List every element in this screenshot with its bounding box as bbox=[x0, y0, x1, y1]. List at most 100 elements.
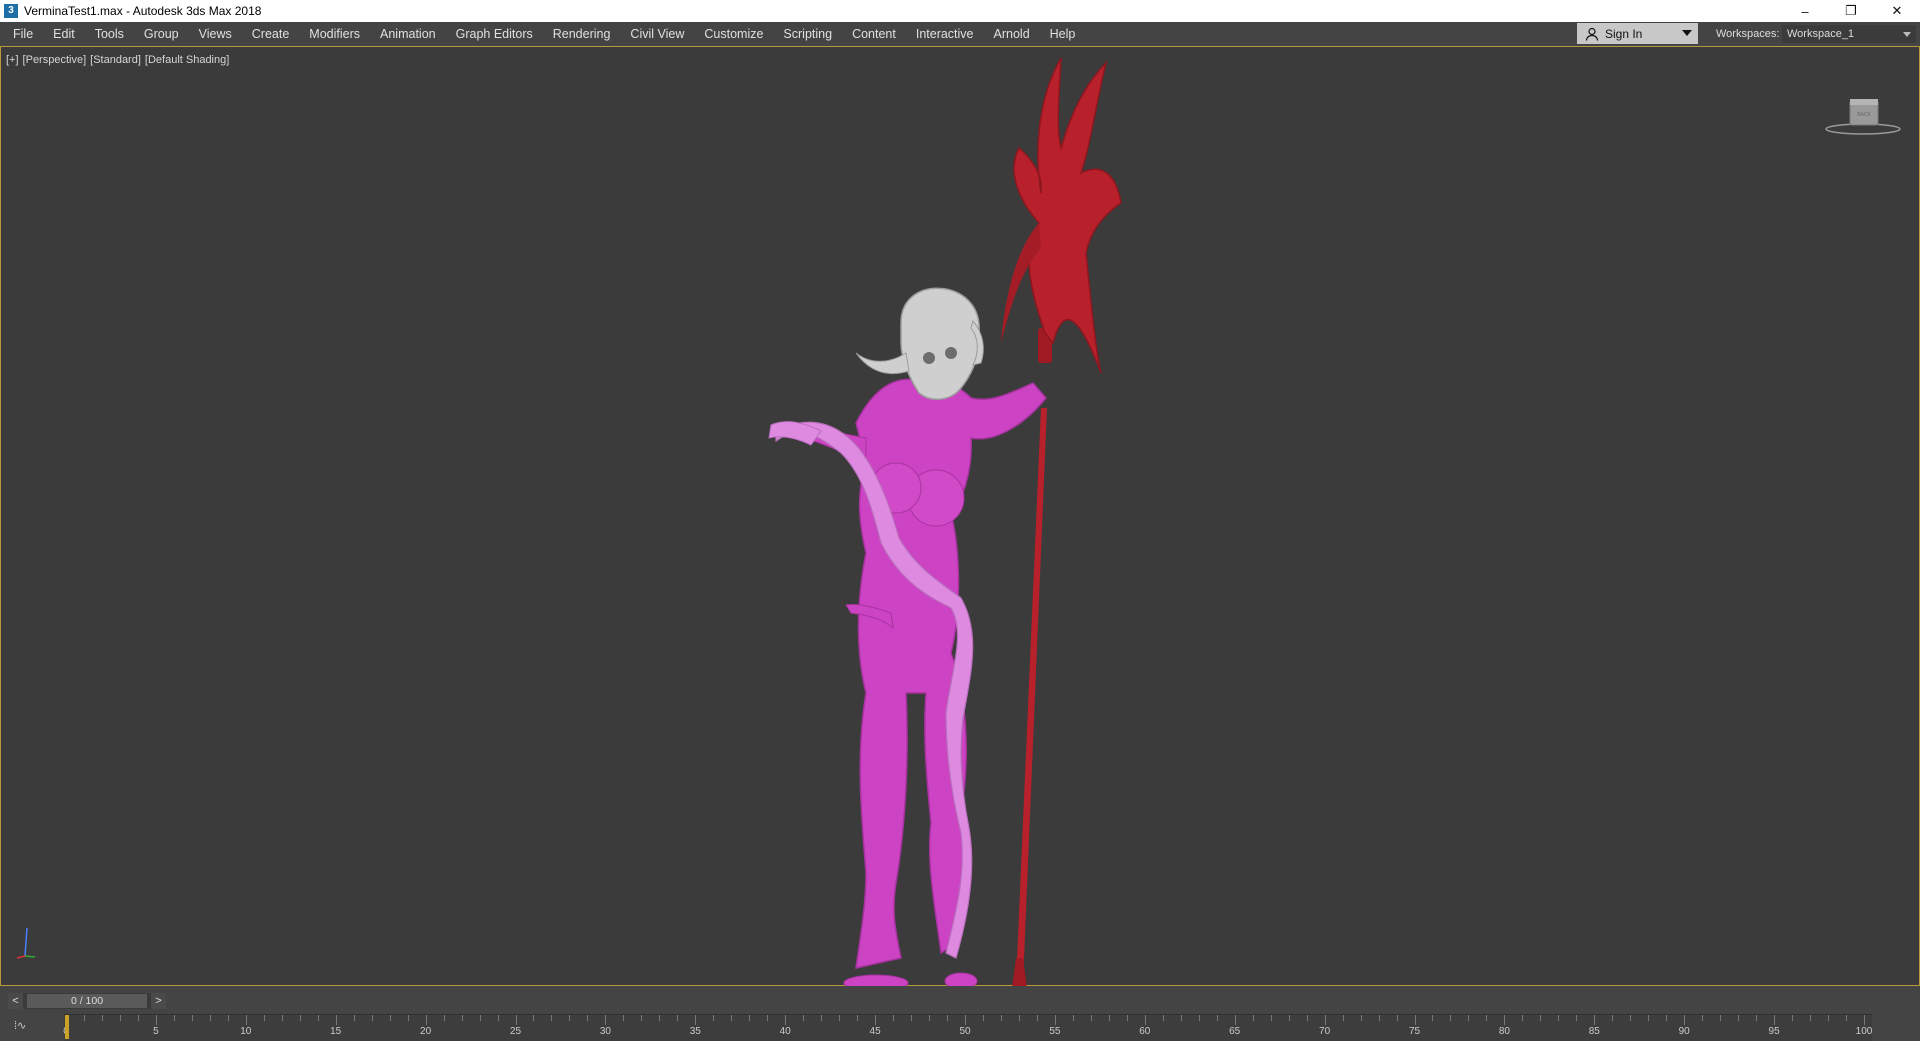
menu-rendering[interactable]: Rendering bbox=[543, 22, 621, 46]
menu-help[interactable]: Help bbox=[1040, 22, 1086, 46]
current-frame-marker[interactable] bbox=[65, 1015, 69, 1039]
timeline-tick bbox=[569, 1015, 571, 1021]
menu-views[interactable]: Views bbox=[189, 22, 242, 46]
timeline-tick bbox=[1072, 1015, 1074, 1021]
timeline-tick bbox=[353, 1015, 355, 1021]
menu-animation[interactable]: Animation bbox=[370, 22, 446, 46]
timeline-tick bbox=[407, 1015, 409, 1021]
timeline-tick bbox=[587, 1015, 589, 1021]
menu-civil-view[interactable]: Civil View bbox=[620, 22, 694, 46]
timeline-tick bbox=[371, 1015, 373, 1021]
user-icon bbox=[1585, 27, 1599, 41]
timeline-tick bbox=[263, 1015, 265, 1021]
close-button[interactable]: ✕ bbox=[1874, 0, 1920, 22]
timeline-tick bbox=[785, 1015, 787, 1025]
prev-frame-button[interactable]: < bbox=[8, 993, 23, 1009]
time-slider[interactable]: < 0 / 100 > bbox=[8, 993, 166, 1009]
timeline-tick bbox=[605, 1015, 607, 1025]
menu-modifiers[interactable]: Modifiers bbox=[299, 22, 370, 46]
timeline-tick bbox=[965, 1015, 966, 1025]
menu-edit[interactable]: Edit bbox=[43, 22, 85, 46]
menu-arnold[interactable]: Arnold bbox=[984, 22, 1040, 46]
title-bar: 3 VerminaTest1.max - Autodesk 3ds Max 20… bbox=[0, 0, 1920, 22]
timeline-tick bbox=[119, 1015, 121, 1021]
timeline-tick bbox=[731, 1015, 733, 1021]
menu-tools[interactable]: Tools bbox=[85, 22, 134, 46]
viewcube[interactable]: BACK bbox=[1823, 87, 1903, 137]
timeline-tick bbox=[479, 1015, 481, 1021]
timeline-tick bbox=[1756, 1015, 1758, 1021]
timeline-tick bbox=[893, 1015, 895, 1021]
timeline-tick bbox=[1198, 1015, 1200, 1021]
timeline-tick bbox=[317, 1015, 319, 1021]
workspaces-dropdown[interactable]: Workspace_1 bbox=[1782, 25, 1916, 43]
timeline-tick bbox=[1234, 1015, 1236, 1025]
curve-editor-toggle[interactable]: ⁞∿ bbox=[14, 1014, 44, 1038]
chevron-down-icon bbox=[1682, 30, 1692, 36]
timeline-tick-label: 20 bbox=[420, 1026, 432, 1037]
timeline-tick bbox=[389, 1015, 391, 1021]
menu-group[interactable]: Group bbox=[134, 22, 189, 46]
menu-interactive[interactable]: Interactive bbox=[906, 22, 984, 46]
timeline-tick bbox=[1828, 1015, 1830, 1021]
skull-mask bbox=[855, 287, 984, 400]
timeline-tick bbox=[821, 1015, 823, 1021]
chevron-down-icon bbox=[1903, 32, 1911, 37]
timeline-tick bbox=[1018, 1015, 1020, 1021]
perspective-viewport[interactable]: [+] [Perspective] [Standard] [Default Sh… bbox=[0, 46, 1920, 992]
viewport-menu-shading[interactable]: [Default Shading] bbox=[145, 54, 229, 66]
y-axis bbox=[24, 955, 36, 958]
timeline-tick-label: 35 bbox=[689, 1026, 701, 1037]
timeline-tick-label: 95 bbox=[1768, 1026, 1780, 1037]
timeline-tick bbox=[641, 1015, 643, 1021]
timeline-tick bbox=[1162, 1015, 1164, 1021]
timeline-tick bbox=[1486, 1015, 1488, 1021]
timeline-tick-label: 65 bbox=[1229, 1026, 1241, 1037]
timeline-tick bbox=[1468, 1015, 1470, 1021]
time-slider-thumb[interactable]: 0 / 100 bbox=[27, 994, 147, 1008]
timeline-tick bbox=[1144, 1015, 1146, 1025]
timeline-tick bbox=[137, 1015, 139, 1021]
viewcube-top bbox=[1850, 99, 1878, 105]
axis-gizmo bbox=[16, 927, 36, 959]
timeline-tick-label: 70 bbox=[1319, 1026, 1331, 1037]
timeline-tick-label: 15 bbox=[330, 1026, 342, 1037]
viewport-menu-pov[interactable]: [Perspective] bbox=[23, 54, 87, 66]
timeline-tick bbox=[911, 1015, 913, 1021]
timeline-tick-label: 75 bbox=[1408, 1026, 1421, 1037]
restore-button[interactable]: ❐ bbox=[1828, 0, 1874, 22]
timeline-tick-label: 30 bbox=[599, 1026, 611, 1037]
timeline-tick bbox=[1612, 1015, 1614, 1021]
viewport-menu-plus[interactable]: [+] bbox=[6, 54, 19, 66]
timeline-tick bbox=[551, 1015, 553, 1021]
viewport-menu-standard[interactable]: [Standard] bbox=[90, 54, 141, 66]
timeline-tick bbox=[1036, 1015, 1038, 1021]
timeline-tick bbox=[1774, 1015, 1776, 1025]
timeline-track[interactable]: 0510152025303540455055606570758085909510… bbox=[63, 1014, 1872, 1041]
z-axis bbox=[24, 927, 28, 957]
menu-customize[interactable]: Customize bbox=[694, 22, 773, 46]
next-frame-button[interactable]: > bbox=[151, 993, 166, 1009]
workspaces-value: Workspace_1 bbox=[1787, 28, 1855, 40]
app-icon: 3 bbox=[4, 4, 18, 18]
timeline-tick bbox=[1810, 1015, 1812, 1021]
timeline-tick bbox=[1216, 1015, 1218, 1021]
timeline-tick bbox=[1108, 1015, 1110, 1021]
menu-content[interactable]: Content bbox=[842, 22, 906, 46]
menu-file[interactable]: File bbox=[0, 22, 43, 46]
character-model[interactable] bbox=[661, 53, 1201, 993]
timeline-tick bbox=[227, 1015, 229, 1021]
x-axis bbox=[16, 955, 26, 959]
timeline-tick bbox=[695, 1015, 697, 1025]
timeline-tick bbox=[767, 1015, 769, 1021]
timeline-tick bbox=[335, 1015, 337, 1025]
menu-graph-editors[interactable]: Graph Editors bbox=[446, 22, 543, 46]
spear bbox=[1001, 57, 1122, 988]
timeline-tick bbox=[281, 1015, 283, 1021]
timeline-tick bbox=[1738, 1015, 1740, 1021]
menu-scripting[interactable]: Scripting bbox=[773, 22, 842, 46]
sign-in-button[interactable]: Sign In bbox=[1577, 23, 1698, 44]
window-title: VerminaTest1.max - Autodesk 3ds Max 2018 bbox=[24, 4, 262, 18]
menu-create[interactable]: Create bbox=[242, 22, 300, 46]
minimize-button[interactable]: – bbox=[1782, 0, 1828, 22]
